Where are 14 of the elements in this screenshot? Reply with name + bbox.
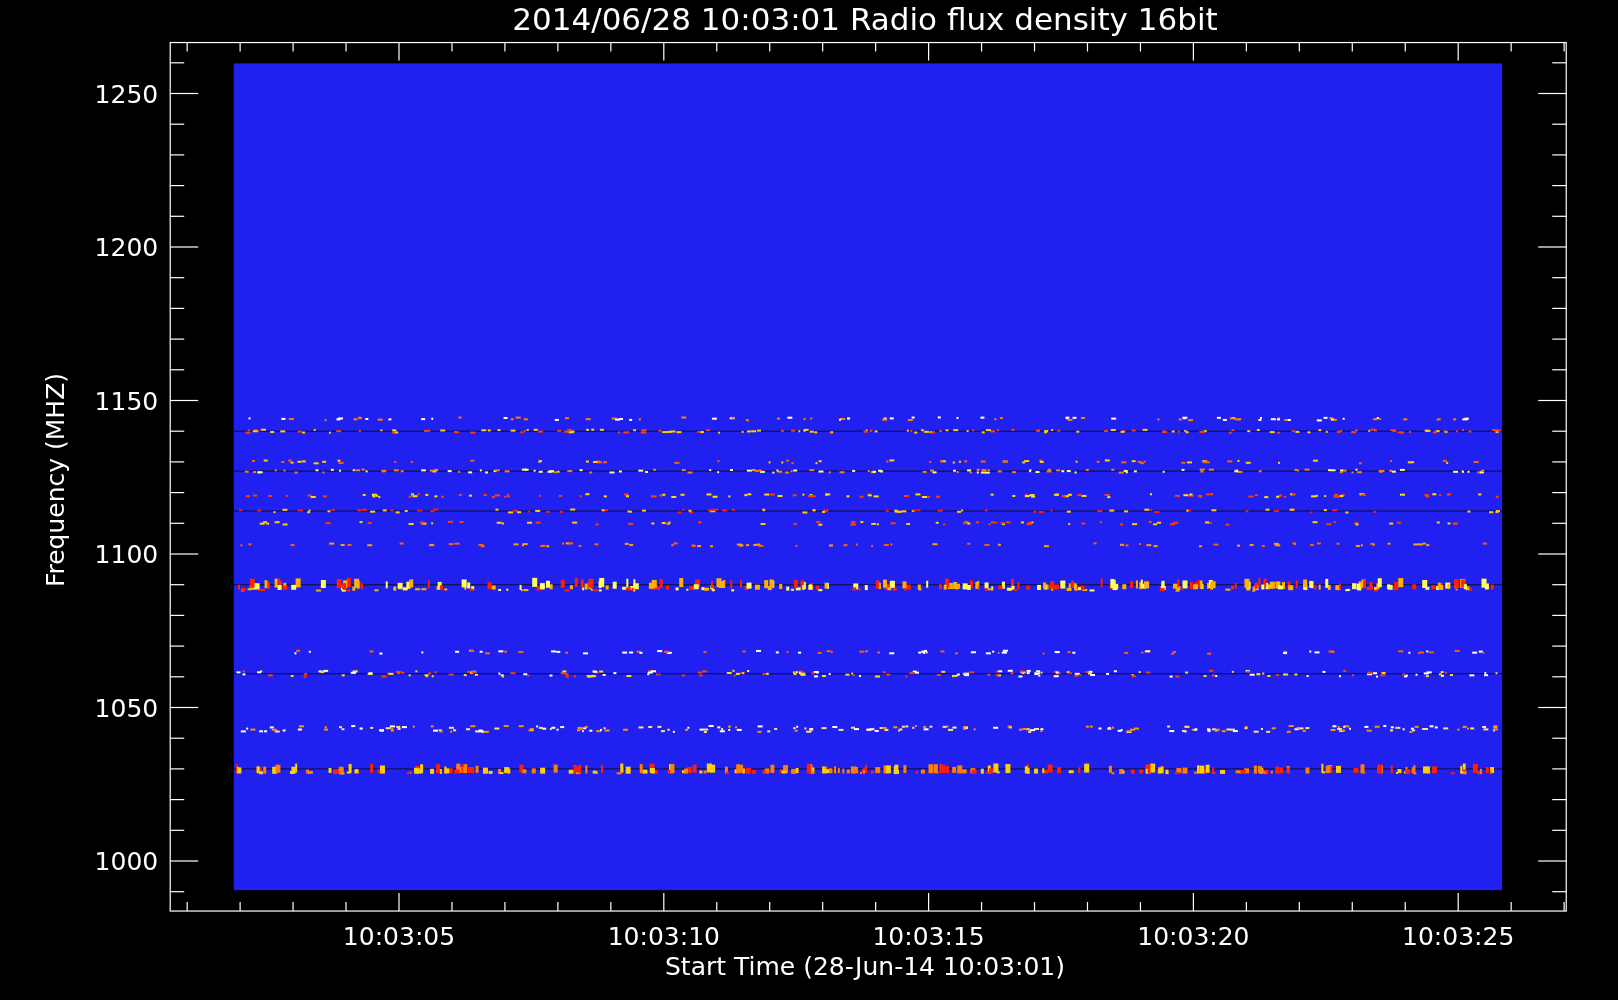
tick-label: 10:03:10: [607, 922, 720, 951]
tick-label: 10:03:20: [1137, 922, 1250, 951]
tick-label: 1000: [94, 847, 159, 876]
axis-label: Start Time (28-Jun-14 10:03:01): [665, 952, 1065, 981]
tick-label: 1150: [94, 386, 159, 416]
tick-label: 1200: [94, 233, 159, 262]
tick-label: 1250: [94, 79, 159, 109]
tick-label: 10:03:15: [872, 922, 985, 951]
chart-title: 2014/06/28 10:03:01 Radio flux density 16bit: [512, 1, 1218, 37]
tick-label: 1050: [94, 693, 159, 723]
axis-label: Frequency (MHZ): [41, 372, 70, 588]
tick-label: 1100: [94, 540, 159, 569]
tick-label: 10:03:05: [342, 922, 456, 951]
tick-label: 10:03:25: [1402, 922, 1515, 951]
